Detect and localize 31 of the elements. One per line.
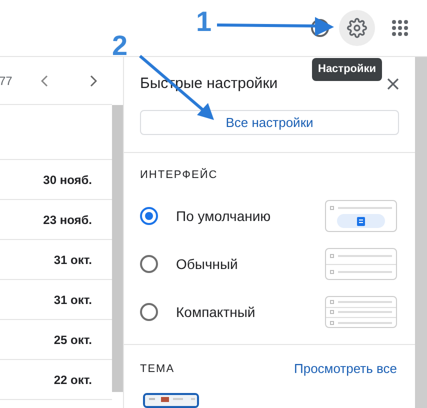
- chevron-left-icon[interactable]: [41, 74, 49, 86]
- radio-button[interactable]: [140, 207, 158, 226]
- option-label: По умолчанию: [176, 206, 272, 226]
- radio-button[interactable]: [140, 303, 158, 322]
- mail-date: 31 окт.: [54, 252, 92, 268]
- scrollbar[interactable]: [112, 105, 123, 392]
- option-label: Обычный: [176, 254, 239, 274]
- radio-button[interactable]: [140, 255, 158, 274]
- step-number: 2: [112, 32, 128, 60]
- document-icon: [357, 216, 365, 226]
- option-label: Компактный: [176, 302, 256, 322]
- view-all-link[interactable]: Просмотреть все: [294, 359, 397, 379]
- mail-date: 31 окт.: [54, 292, 92, 308]
- mail-date: 22 окт.: [54, 372, 92, 388]
- section-heading: ИНТЕРФЕЙС: [140, 168, 219, 182]
- settings-tooltip: Настройки: [312, 58, 382, 80]
- help-icon[interactable]: [310, 18, 330, 38]
- step-number: 1: [196, 8, 212, 36]
- all-settings-button[interactable]: Все настройки: [140, 110, 399, 136]
- scrollbar[interactable]: [415, 57, 427, 408]
- mail-date: 23 нояб.: [43, 212, 92, 228]
- layout-preview: [325, 248, 397, 280]
- chevron-right-icon[interactable]: [89, 74, 97, 86]
- apps-grid-icon[interactable]: [392, 20, 408, 36]
- settings-icon: [347, 18, 367, 38]
- mail-date: 25 окт.: [54, 332, 92, 348]
- settings-button[interactable]: [339, 10, 375, 46]
- close-icon[interactable]: [387, 78, 399, 90]
- layout-preview: [325, 296, 397, 328]
- section-heading: ТЕМА: [140, 362, 175, 377]
- mail-date: 30 нояб.: [43, 172, 92, 188]
